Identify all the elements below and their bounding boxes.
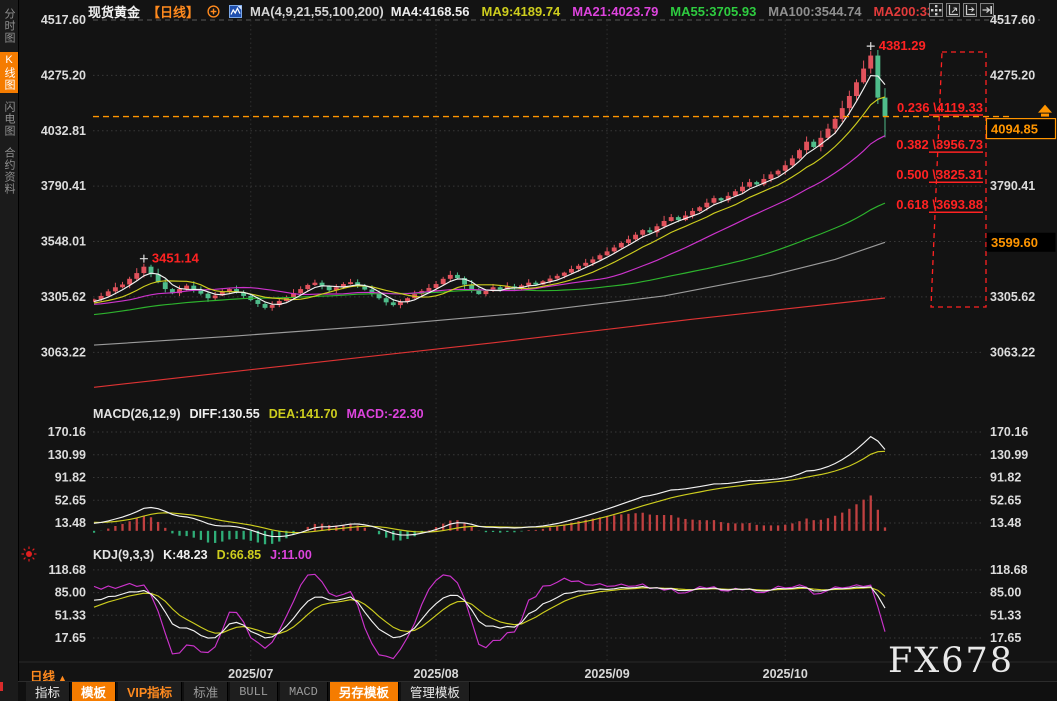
- axis-zoom-out-icon[interactable]: [963, 3, 977, 17]
- svg-text:3790.41: 3790.41: [990, 179, 1035, 193]
- svg-text:3599.60: 3599.60: [991, 235, 1038, 250]
- toolbar-tab-模板[interactable]: 模板: [72, 682, 116, 701]
- macd-dea-value: DEA:141.70: [269, 407, 338, 421]
- svg-text:3063.22: 3063.22: [41, 345, 86, 359]
- svg-text:130.99: 130.99: [48, 448, 86, 462]
- svg-text:3305.62: 3305.62: [41, 290, 86, 304]
- svg-text:130.99: 130.99: [990, 448, 1028, 462]
- svg-text:118.68: 118.68: [990, 563, 1028, 577]
- svg-text:4032.81: 4032.81: [41, 124, 86, 138]
- kdj-d-value: D:66.85: [217, 548, 261, 562]
- toolbar-tab-管理模板[interactable]: 管理模板: [401, 682, 470, 701]
- svg-text:3451.14: 3451.14: [152, 251, 200, 266]
- chart-corner-toolbar: [929, 3, 994, 17]
- ma-value: MA200:33: [874, 4, 935, 19]
- ma-value: MA55:3705.93: [670, 4, 756, 19]
- trading-app-window: 4517.60 4275.20 4032.81 3790.41 3548.01 3305.…: [0, 0, 1057, 701]
- candlestick-series: [92, 50, 888, 311]
- macd-header: MACD(26,12,9) DIFF:130.55 DEA:141.70 MAC…: [93, 407, 424, 421]
- svg-text:91.82: 91.82: [990, 471, 1021, 485]
- kdj-k-value: K:48.23: [163, 548, 207, 562]
- svg-text:52.65: 52.65: [55, 493, 86, 507]
- toolbar-tab-BULL[interactable]: BULL: [230, 682, 278, 701]
- left-edge-marker: [0, 682, 3, 691]
- svg-text:2025/10: 2025/10: [763, 667, 808, 681]
- svg-text:85.00: 85.00: [990, 586, 1021, 600]
- move-chart-icon[interactable]: [929, 3, 943, 17]
- toolbar-tab-MACD[interactable]: MACD: [280, 682, 328, 701]
- add-indicator-icon[interactable]: [206, 4, 221, 19]
- watermark: FX678: [888, 641, 1014, 681]
- toolbar-tab-VIP指标[interactable]: VIP指标: [118, 682, 182, 701]
- svg-text:3305.62: 3305.62: [990, 290, 1035, 304]
- svg-text:4517.60: 4517.60: [41, 13, 86, 27]
- svg-text:51.33: 51.33: [55, 608, 86, 622]
- period-tag: 【日线】: [147, 2, 199, 21]
- svg-text:2025/09: 2025/09: [584, 667, 629, 681]
- svg-text:2025/07: 2025/07: [228, 667, 273, 681]
- svg-text:118.68: 118.68: [48, 563, 86, 577]
- svg-text:13.48: 13.48: [990, 516, 1021, 530]
- macd-hist-value: MACD:-22.30: [347, 407, 424, 421]
- svg-text:51.33: 51.33: [990, 608, 1021, 622]
- chart-canvas[interactable]: 4517.60 4275.20 4032.81 3790.41 3548.01 3305.…: [0, 0, 1057, 701]
- macd-diff-value: DIFF:130.55: [190, 407, 260, 421]
- svg-text:85.00: 85.00: [55, 586, 86, 600]
- recording-indicator-icon: [22, 547, 37, 562]
- instrument-title: 现货黄金: [88, 2, 140, 21]
- sidebar-item-闪电图[interactable]: 闪电图: [0, 99, 18, 139]
- macd-pane: [94, 437, 885, 545]
- svg-text:170.16: 170.16: [48, 425, 86, 439]
- toolbar-tab-指标[interactable]: 指标: [26, 682, 70, 701]
- svg-text:4275.20: 4275.20: [41, 68, 86, 82]
- sidebar: 分时图 K线图闪电图合约资料: [0, 0, 19, 701]
- svg-text:3790.41: 3790.41: [41, 179, 86, 193]
- svg-text:170.16: 170.16: [990, 425, 1028, 439]
- ma-values: MA4:4168.56 MA9:4189.74 MA21:4023.79 MA55:3…: [391, 4, 935, 19]
- svg-text:4381.29: 4381.29: [879, 38, 926, 53]
- price-annotations: 3451.14 4381.29: [140, 38, 926, 266]
- svg-text:2025/08: 2025/08: [413, 667, 458, 681]
- chart-header: 现货黄金 【日线】 MA(4,9,21,55,100,200) MA4:4168…: [88, 2, 934, 20]
- svg-text:4094.85: 4094.85: [991, 122, 1038, 137]
- ma-value: MA100:3544.74: [768, 4, 861, 19]
- svg-text:13.48: 13.48: [55, 516, 86, 530]
- sidebar-item-K线图[interactable]: K线图: [0, 52, 18, 93]
- chart-type-icon[interactable]: [228, 4, 243, 19]
- svg-text:0.382 \3956.73: 0.382 \3956.73: [896, 137, 983, 152]
- svg-text:3548.01: 3548.01: [41, 235, 86, 249]
- svg-text:4517.60: 4517.60: [990, 13, 1035, 27]
- svg-text:0.236 \4119.33: 0.236 \4119.33: [897, 100, 983, 115]
- pan-right-icon[interactable]: [980, 3, 994, 17]
- ma-settings-label: MA(4,9,21,55,100,200): [250, 4, 384, 19]
- svg-text:17.65: 17.65: [55, 631, 86, 645]
- axis-zoom-in-icon[interactable]: [946, 3, 960, 17]
- toolbar-tab-标准[interactable]: 标准: [184, 682, 228, 701]
- fibonacci-overlay[interactable]: 0.236 \4119.33 0.382 \3956.73 0.500 \3825.…: [896, 52, 986, 307]
- ma-value: MA9:4189.74: [482, 4, 561, 19]
- kdj-header: KDJ(9,3,3) K:48.23 D:66.85 J:11.00: [93, 548, 312, 562]
- svg-text:3063.22: 3063.22: [990, 345, 1035, 359]
- kdj-j-value: J:11.00: [270, 548, 312, 562]
- svg-text:4275.20: 4275.20: [990, 68, 1035, 82]
- ma-value: MA4:4168.56: [391, 4, 470, 19]
- bottom-toolbar: 指标模板VIP指标标准BULLMACD另存模板管理模板: [18, 681, 1057, 701]
- ma-lines: [94, 76, 885, 388]
- svg-text:0.500 \3825.31: 0.500 \3825.31: [896, 167, 983, 182]
- macd-settings-label: MACD(26,12,9): [93, 407, 181, 421]
- sidebar-item-分时图[interactable]: 分时图: [0, 6, 18, 46]
- kdj-pane: [94, 574, 885, 658]
- ma-value: MA21:4023.79: [572, 4, 658, 19]
- toolbar-tab-另存模板[interactable]: 另存模板: [330, 682, 399, 701]
- svg-text:52.65: 52.65: [990, 493, 1021, 507]
- sidebar-item-合约资料[interactable]: 合约资料: [0, 145, 18, 197]
- svg-text:0.618 \3693.88: 0.618 \3693.88: [896, 197, 983, 212]
- kdj-settings-label: KDJ(9,3,3): [93, 548, 154, 562]
- svg-text:91.82: 91.82: [55, 471, 86, 485]
